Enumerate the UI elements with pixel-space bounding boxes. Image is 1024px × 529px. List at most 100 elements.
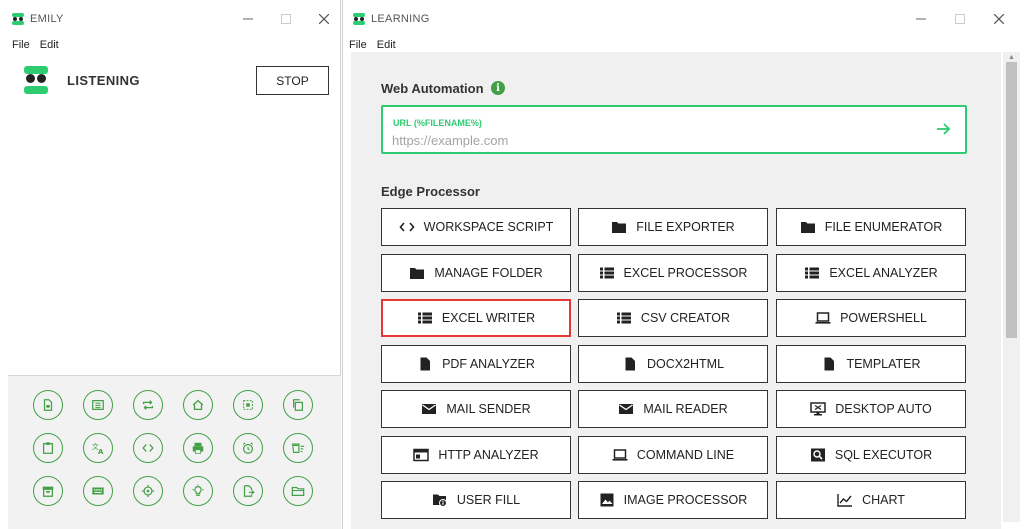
crop-icon bbox=[243, 400, 253, 410]
excel-analyzer-button[interactable]: EXCEL ANALYZER bbox=[776, 254, 966, 292]
alarm-icon bbox=[242, 442, 254, 454]
chart-button[interactable]: CHART bbox=[776, 481, 966, 519]
search-icon bbox=[810, 448, 826, 462]
csv-creator-button[interactable]: CSV CREATOR bbox=[578, 299, 768, 337]
maximize-button[interactable] bbox=[949, 8, 971, 30]
sql-executor-label: SQL EXECUTOR bbox=[834, 448, 933, 462]
tool-list[interactable] bbox=[83, 390, 113, 420]
url-field-label: URL (%FILENAME%) bbox=[393, 118, 482, 128]
list-icon bbox=[804, 266, 820, 280]
mail-sender-button[interactable]: MAIL SENDER bbox=[381, 390, 571, 428]
tool-document[interactable] bbox=[33, 390, 63, 420]
file-enumerator-button[interactable]: FILE ENUMERATOR bbox=[776, 208, 966, 246]
excel-processor-button[interactable]: EXCEL PROCESSOR bbox=[578, 254, 768, 292]
close-button[interactable] bbox=[988, 8, 1010, 30]
tool-keyboard[interactable] bbox=[83, 476, 113, 506]
powershell-button[interactable]: POWERSHELL bbox=[776, 299, 966, 337]
templater-button[interactable]: TEMPLATER bbox=[776, 345, 966, 383]
arrow-right-icon bbox=[937, 123, 951, 135]
url-field[interactable]: URL (%FILENAME%) bbox=[381, 105, 967, 154]
folder-icon bbox=[611, 220, 627, 234]
file-icon bbox=[417, 357, 433, 371]
url-submit-button[interactable] bbox=[933, 119, 953, 139]
file-icon bbox=[821, 357, 837, 371]
pdf-analyzer-label: PDF ANALYZER bbox=[442, 357, 535, 371]
folder-icon bbox=[409, 266, 425, 280]
export-icon bbox=[243, 485, 255, 497]
http-analyzer-button[interactable]: HTTP ANALYZER bbox=[381, 436, 571, 474]
tool-archive[interactable] bbox=[33, 476, 63, 506]
minimize-button[interactable] bbox=[237, 8, 259, 30]
tool-folder-open[interactable] bbox=[283, 476, 313, 506]
desktop-icon bbox=[810, 402, 826, 416]
edge-processor-title: Edge Processor bbox=[381, 184, 480, 199]
tool-code[interactable] bbox=[133, 433, 163, 463]
tool-export[interactable] bbox=[233, 476, 263, 506]
maximize-button[interactable] bbox=[275, 8, 297, 30]
scroll-up-arrow[interactable]: ▲ bbox=[1003, 52, 1020, 62]
learning-menubar: File Edit bbox=[337, 38, 1024, 52]
emily-titlebar[interactable]: EMILY bbox=[0, 0, 340, 38]
minimize-button[interactable] bbox=[910, 8, 932, 30]
tool-delete-sweep[interactable] bbox=[283, 433, 313, 463]
listening-status-row: LISTENING STOP bbox=[0, 66, 340, 96]
tool-print[interactable] bbox=[183, 433, 213, 463]
home-icon bbox=[192, 399, 204, 411]
menu-edit[interactable]: Edit bbox=[377, 39, 396, 51]
user-fill-button[interactable]: USER FILL bbox=[381, 481, 571, 519]
svg-text:A: A bbox=[98, 448, 104, 455]
scroll-thumb[interactable] bbox=[1006, 62, 1017, 338]
browser-icon bbox=[413, 448, 430, 462]
command-line-button[interactable]: COMMAND LINE bbox=[578, 436, 768, 474]
menu-edit[interactable]: Edit bbox=[40, 39, 59, 51]
close-icon bbox=[319, 14, 329, 24]
menu-file[interactable]: File bbox=[12, 39, 30, 51]
chart-icon bbox=[837, 493, 853, 507]
close-icon bbox=[994, 14, 1004, 24]
mail-reader-button[interactable]: MAIL READER bbox=[578, 390, 768, 428]
docx2html-button[interactable]: DOCX2HTML bbox=[578, 345, 768, 383]
web-automation-title: Web Automation bbox=[381, 81, 484, 96]
emily-menubar: File Edit bbox=[0, 38, 340, 52]
tool-lightbulb[interactable] bbox=[183, 476, 213, 506]
emily-app-icon bbox=[12, 13, 24, 25]
minimize-icon bbox=[916, 18, 926, 20]
tool-copy[interactable] bbox=[283, 390, 313, 420]
minimize-icon bbox=[243, 18, 253, 20]
manage-folder-button[interactable]: MANAGE FOLDER bbox=[381, 254, 571, 292]
list-icon bbox=[599, 266, 615, 280]
file-enumerator-label: FILE ENUMERATOR bbox=[824, 220, 943, 234]
url-input[interactable] bbox=[392, 131, 912, 149]
sql-executor-button[interactable]: SQL EXECUTOR bbox=[776, 436, 966, 474]
info-icon[interactable]: i bbox=[491, 81, 505, 95]
excel-processor-label: EXCEL PROCESSOR bbox=[623, 266, 748, 280]
tool-repeat[interactable] bbox=[133, 390, 163, 420]
list-icon bbox=[92, 400, 104, 410]
tool-crop[interactable] bbox=[233, 390, 263, 420]
image-processor-button[interactable]: IMAGE PROCESSOR bbox=[578, 481, 768, 519]
workspace-script-button[interactable]: WORKSPACE SCRIPT bbox=[381, 208, 571, 246]
translate-icon: 文A bbox=[92, 442, 104, 455]
repeat-icon bbox=[142, 400, 154, 410]
chart-label: CHART bbox=[862, 493, 905, 507]
tool-translate[interactable]: 文A bbox=[83, 433, 113, 463]
folder-icon bbox=[800, 220, 816, 234]
emily-window: EMILY File Edit LISTENING STOP 文 A bbox=[0, 0, 341, 529]
desktop-auto-label: DESKTOP AUTO bbox=[835, 402, 932, 416]
file-exporter-button[interactable]: FILE EXPORTER bbox=[578, 208, 768, 246]
learning-titlebar[interactable]: LEARNING bbox=[343, 0, 1024, 38]
manage-folder-label: MANAGE FOLDER bbox=[434, 266, 543, 280]
close-button[interactable] bbox=[313, 8, 335, 30]
user-fill-label: USER FILL bbox=[456, 493, 521, 507]
emily-window-title: EMILY bbox=[30, 13, 64, 25]
pdf-analyzer-button[interactable]: PDF ANALYZER bbox=[381, 345, 571, 383]
excel-writer-button[interactable]: EXCEL WRITER bbox=[381, 299, 571, 337]
tool-alarm[interactable] bbox=[233, 433, 263, 463]
desktop-auto-button[interactable]: DESKTOP AUTO bbox=[776, 390, 966, 428]
stop-button[interactable]: STOP bbox=[256, 66, 329, 95]
workspace-script-label: WORKSPACE SCRIPT bbox=[423, 220, 554, 234]
tool-clipboard[interactable] bbox=[33, 433, 63, 463]
tool-target[interactable] bbox=[133, 476, 163, 506]
menu-file[interactable]: File bbox=[349, 39, 367, 51]
tool-home[interactable] bbox=[183, 390, 213, 420]
